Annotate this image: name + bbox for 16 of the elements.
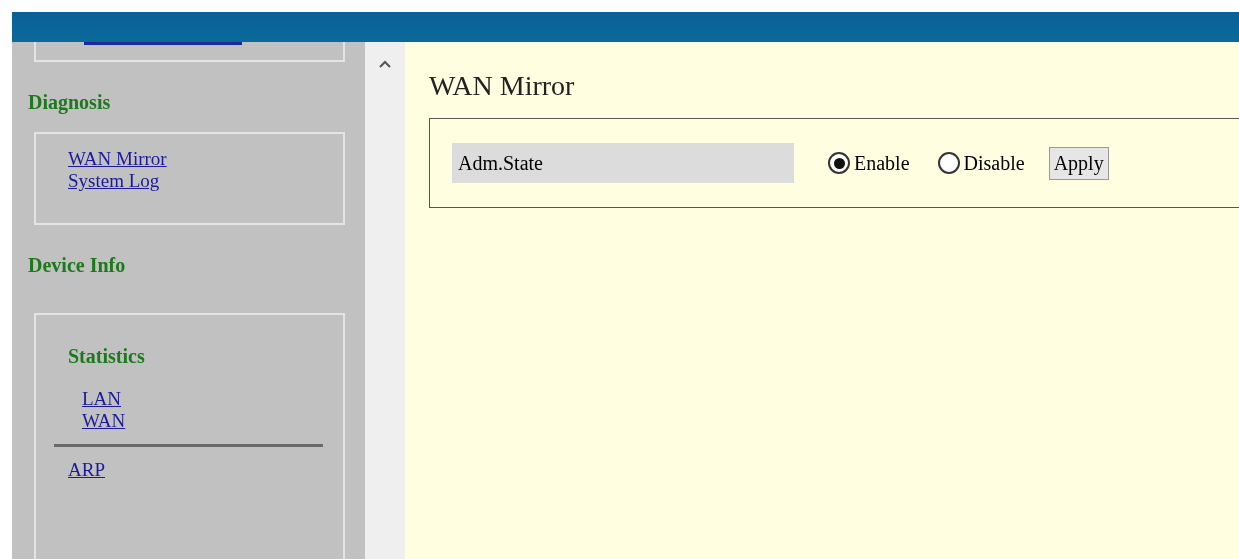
radio-label: Enable (854, 151, 910, 175)
menu-subtitle: Statistics (67, 345, 146, 368)
menu-link[interactable]: System Log (68, 170, 160, 192)
scroll-up-icon[interactable] (379, 60, 391, 68)
menu-link[interactable]: ARP (68, 459, 105, 481)
menu-link[interactable]: WAN (82, 410, 126, 432)
menu-link[interactable]: LAN (82, 388, 122, 410)
section-title: Diagnosis (27, 90, 112, 116)
field-label: Adm.State (452, 143, 794, 183)
menu-link[interactable]: WAN Mirror (68, 148, 167, 170)
radio-button[interactable] (937, 152, 960, 174)
apply-button[interactable]: Apply (1048, 146, 1109, 180)
radio-label: Disable (963, 151, 1025, 175)
page-title: WAN Mirror (429, 70, 576, 102)
radio-button[interactable] (828, 152, 850, 174)
section-title: Device Info (27, 253, 127, 278)
